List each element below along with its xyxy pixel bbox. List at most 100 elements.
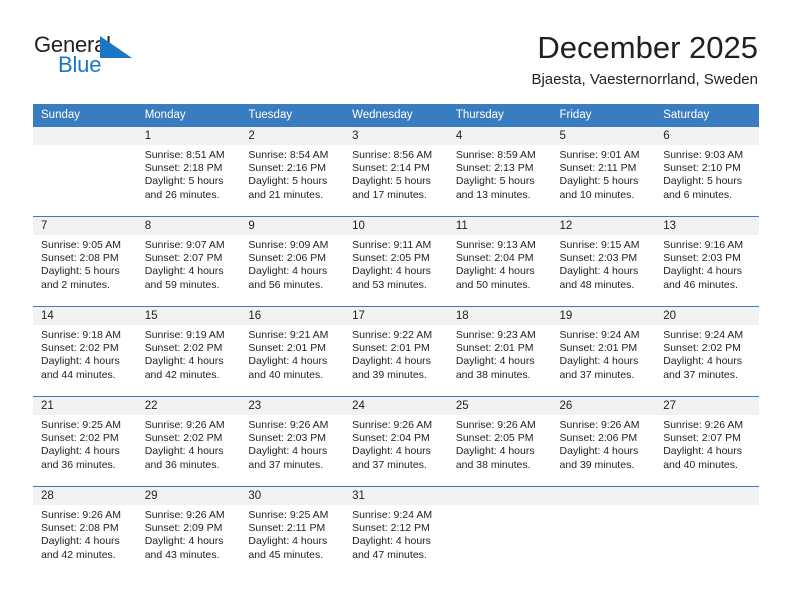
calendar-day-cell[interactable]: 25 Sunrise: 9:26 AM Sunset: 2:05 PM Dayligh… [447,396,552,487]
day-info-line: Sunrise: 9:22 AM [352,329,433,341]
day-number: 31 [344,487,448,505]
day-info-line: Sunset: 2:01 PM [248,342,327,355]
day-sun-info: Sunrise: 9:24 AM Sunset: 2:12 PM Daylight:… [344,505,448,562]
day-sun-info: Sunrise: 9:05 AM Sunset: 2:08 PM Daylight:… [33,235,137,292]
day-info-line: and 53 minutes. [352,278,427,291]
day-info-line: Sunset: 2:11 PM [248,522,326,535]
day-info-line: Sunset: 2:06 PM [559,432,638,445]
calendar-day-cell[interactable]: 28 Sunrise: 9:26 AM Sunset: 2:08 PM Dayligh… [33,486,137,577]
calendar-day-cell[interactable]: 31 Sunrise: 9:24 AM Sunset: 2:12 PM Dayligh… [344,486,448,577]
day-info-line: Daylight: 4 hours [248,265,328,278]
calendar-day-cell[interactable]: 2 Sunrise: 8:54 AM Sunset: 2:16 PM Daylight… [240,126,345,217]
day-info-line: and 10 minutes. [559,188,635,201]
day-info-line: Daylight: 4 hours [455,355,535,368]
calendar-day-cell[interactable]: 29 Sunrise: 9:26 AM Sunset: 2:09 PM Dayligh… [136,486,241,577]
day-info-line: and 6 minutes. [663,188,733,201]
day-info-line: Sunset: 2:04 PM [352,432,430,445]
calendar-day-cell[interactable]: 18 Sunrise: 9:23 AM Sunset: 2:01 PM Dayligh… [447,306,552,397]
calendar-day-cell[interactable]: 10 Sunrise: 9:11 AM Sunset: 2:05 PM Dayligh… [344,216,448,307]
day-info-line: Sunset: 2:02 PM [144,432,223,445]
day-info-line: Sunset: 2:01 PM [455,342,534,355]
day-info-line: Daylight: 4 hours [248,445,328,458]
day-sun-info: Sunrise: 9:26 AM Sunset: 2:07 PM Daylight:… [655,415,759,472]
calendar-day-cell[interactable]: 27 Sunrise: 9:26 AM Sunset: 2:07 PM Dayligh… [655,396,759,487]
calendar-day-cell[interactable]: 13 Sunrise: 9:16 AM Sunset: 2:03 PM Dayligh… [655,216,759,307]
day-number: 10 [344,217,448,235]
calendar-day-cell[interactable]: 16 Sunrise: 9:21 AM Sunset: 2:01 PM Dayligh… [240,306,345,397]
day-sun-info: Sunrise: 8:56 AM Sunset: 2:14 PM Daylight:… [344,145,448,202]
calendar-day-cell-empty [447,486,552,577]
calendar-day-cell[interactable]: 22 Sunrise: 9:26 AM Sunset: 2:02 PM Dayligh… [136,396,241,487]
day-info-line: Sunrise: 9:26 AM [455,419,536,431]
day-info-line: and 21 minutes. [248,188,324,201]
day-info-line: Sunrise: 9:23 AM [455,329,536,341]
day-info-line: Sunset: 2:07 PM [663,432,741,445]
day-number: 20 [655,307,759,325]
day-number: 25 [447,397,552,415]
calendar-day-cell[interactable]: 12 Sunrise: 9:15 AM Sunset: 2:03 PM Dayligh… [551,216,656,307]
day-info-line: Sunset: 2:10 PM [663,162,741,175]
calendar-day-cell[interactable]: 15 Sunrise: 9:19 AM Sunset: 2:02 PM Dayligh… [136,306,241,397]
blue-triangle-flag-icon [100,36,132,58]
day-info-line: Daylight: 5 hours [455,175,535,188]
calendar-day-cell[interactable]: 3 Sunrise: 8:56 AM Sunset: 2:14 PM Daylight… [344,126,448,217]
day-sun-info: Sunrise: 9:23 AM Sunset: 2:01 PM Daylight:… [448,325,552,382]
calendar-day-cell[interactable]: 7 Sunrise: 9:05 AM Sunset: 2:08 PM Daylight… [33,216,137,307]
day-info-line: Sunrise: 9:07 AM [144,239,225,251]
day-sun-info: Sunrise: 8:54 AM Sunset: 2:16 PM Daylight:… [240,145,344,202]
day-info-line: and 37 minutes. [248,458,324,471]
calendar-day-cell[interactable]: 5 Sunrise: 9:01 AM Sunset: 2:11 PM Daylight… [551,126,656,217]
day-sun-info: Sunrise: 8:59 AM Sunset: 2:13 PM Daylight:… [448,145,552,202]
day-info-line: Sunrise: 9:11 AM [352,239,432,251]
day-info-line: Sunrise: 9:13 AM [455,239,536,251]
calendar-day-cell[interactable]: 30 Sunrise: 9:25 AM Sunset: 2:11 PM Dayligh… [240,486,345,577]
day-sun-info: Sunrise: 9:26 AM Sunset: 2:04 PM Daylight:… [344,415,448,472]
day-info-line: Sunrise: 9:26 AM [41,509,121,521]
day-info-line: Daylight: 5 hours [41,265,120,278]
calendar-day-cell[interactable]: 26 Sunrise: 9:26 AM Sunset: 2:06 PM Dayligh… [551,396,656,487]
day-number: 5 [551,127,656,145]
page-header: General Blue December 2025 Bjaesta, Vaes… [0,0,792,100]
day-sun-info: Sunrise: 9:24 AM Sunset: 2:01 PM Daylight:… [552,325,656,382]
day-sun-info: Sunrise: 9:01 AM Sunset: 2:11 PM Daylight:… [552,145,656,202]
calendar-day-cell-empty [33,126,137,217]
calendar-week-row: 1 Sunrise: 8:51 AM Sunset: 2:18 PM Daylight… [33,126,759,217]
calendar-day-cell[interactable]: 9 Sunrise: 9:09 AM Sunset: 2:06 PM Daylight… [240,216,345,307]
calendar-day-cell[interactable]: 21 Sunrise: 9:25 AM Sunset: 2:02 PM Dayligh… [33,396,137,487]
day-info-line: and 13 minutes. [455,188,531,201]
calendar-day-cell[interactable]: 6 Sunrise: 9:03 AM Sunset: 2:10 PM Daylight… [655,126,759,217]
day-info-line: and 36 minutes. [41,458,116,471]
day-info-line: Sunrise: 9:26 AM [559,419,640,431]
calendar-day-cell[interactable]: 20 Sunrise: 9:24 AM Sunset: 2:02 PM Dayligh… [655,306,759,397]
day-number: 19 [551,307,656,325]
calendar-day-cell[interactable]: 11 Sunrise: 9:13 AM Sunset: 2:04 PM Dayligh… [447,216,552,307]
calendar-day-cell-empty [551,486,656,577]
calendar-day-cell[interactable]: 19 Sunrise: 9:24 AM Sunset: 2:01 PM Dayligh… [551,306,656,397]
day-sun-info: Sunrise: 9:26 AM Sunset: 2:09 PM Daylight:… [137,505,241,562]
day-info-line: Sunset: 2:02 PM [144,342,223,355]
day-info-line: Sunrise: 9:09 AM [248,239,329,251]
calendar-day-cell[interactable]: 4 Sunrise: 8:59 AM Sunset: 2:13 PM Daylight… [447,126,552,217]
calendar-day-cell[interactable]: 23 Sunrise: 9:26 AM Sunset: 2:03 PM Dayligh… [240,396,345,487]
calendar-day-cell[interactable]: 24 Sunrise: 9:26 AM Sunset: 2:04 PM Dayligh… [344,396,448,487]
day-number: 27 [655,397,759,415]
day-info-line: Sunset: 2:02 PM [41,342,119,355]
calendar-table: Sunday Monday Tuesday Wednesday Thursday Frid… [33,104,759,577]
day-number: 11 [447,217,552,235]
day-info-line: Daylight: 4 hours [248,535,328,548]
day-info-line: Daylight: 4 hours [559,355,639,368]
day-info-line: Daylight: 5 hours [663,175,743,188]
calendar-day-cell[interactable]: 14 Sunrise: 9:18 AM Sunset: 2:02 PM Dayligh… [33,306,137,397]
calendar-day-cell[interactable]: 1 Sunrise: 8:51 AM Sunset: 2:18 PM Daylight… [136,126,241,217]
calendar-day-cell[interactable]: 8 Sunrise: 9:07 AM Sunset: 2:07 PM Daylight… [136,216,241,307]
day-number: 21 [33,397,137,415]
day-sun-info: Sunrise: 9:11 AM Sunset: 2:05 PM Daylight:… [344,235,448,292]
day-info-line: Sunrise: 9:21 AM [248,329,329,341]
calendar-day-cell[interactable]: 17 Sunrise: 9:22 AM Sunset: 2:01 PM Dayligh… [344,306,448,397]
calendar-day-cell-empty [655,486,759,577]
day-sun-info: Sunrise: 8:51 AM Sunset: 2:18 PM Daylight:… [137,145,241,202]
calendar-page: General Blue December 2025 Bjaesta, Vaes… [0,0,792,612]
page-title: December 2025 [537,30,758,65]
title-block: December 2025 Bjaesta, Vaesternorrland, … [531,30,758,89]
day-info-line: Sunrise: 9:26 AM [144,509,225,521]
